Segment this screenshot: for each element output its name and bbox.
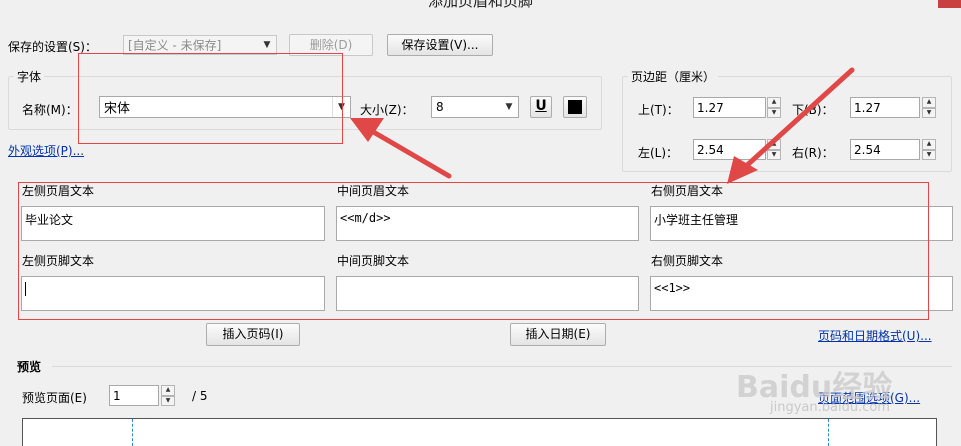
watermark-url: jingyan.baidu.com	[770, 400, 890, 415]
annotation-arrow-left-shaft	[367, 127, 452, 179]
annotation-arrow-left-head	[350, 118, 384, 142]
annotation-arrow-right-shaft	[741, 67, 855, 171]
